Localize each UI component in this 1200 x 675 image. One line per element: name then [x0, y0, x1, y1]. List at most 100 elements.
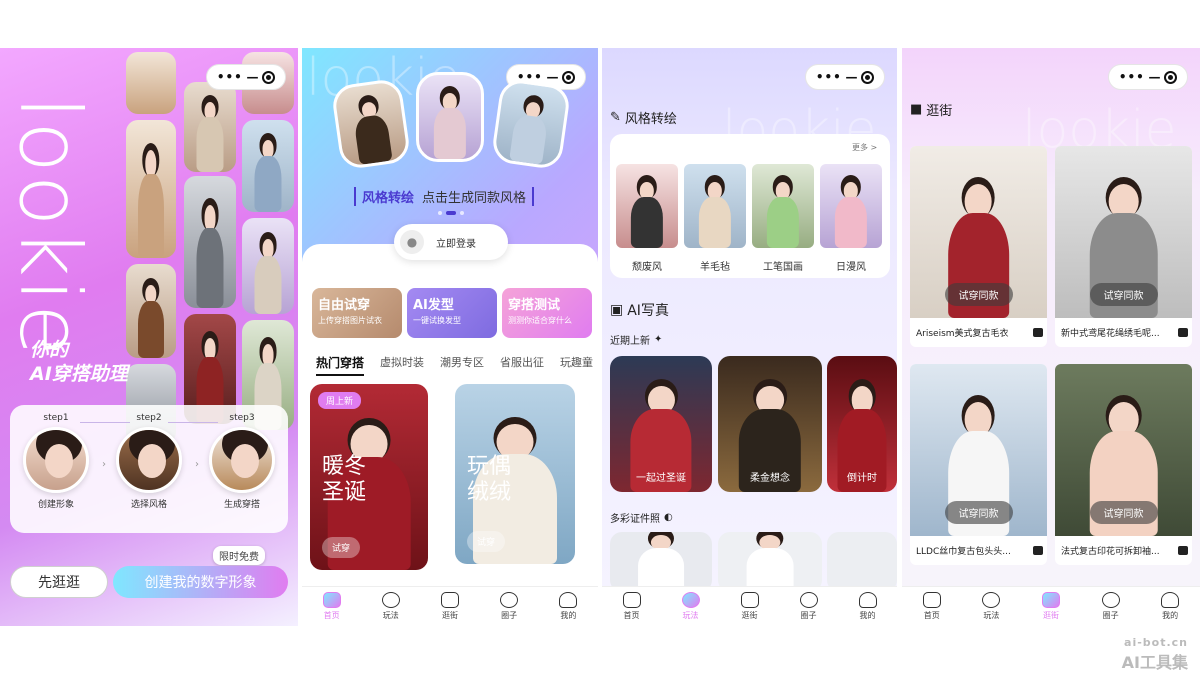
tab-play[interactable]: 玩法 — [371, 592, 411, 621]
miniapp-capsule[interactable]: ••• — — [805, 64, 885, 90]
tab-me[interactable]: 我的 — [548, 592, 588, 621]
close-target-icon[interactable] — [262, 70, 276, 84]
try-same-button[interactable]: 试穿同款 — [1089, 283, 1158, 306]
stroll-button[interactable]: 先逛逛 — [10, 566, 108, 598]
tab-home[interactable]: 首页 — [312, 592, 352, 621]
product-card[interactable]: 试穿同款 法式复古印花可拆卸袖... — [1055, 364, 1192, 565]
bag-icon[interactable] — [1178, 546, 1188, 555]
id-photo-heading: 多彩证件照 ◐ — [610, 510, 673, 525]
try-same-button[interactable]: 试穿同款 — [944, 501, 1013, 524]
bag-icon[interactable] — [1033, 328, 1043, 337]
miniapp-capsule[interactable]: ••• — — [1108, 64, 1188, 90]
tab-shop[interactable]: 逛街 — [1031, 592, 1071, 621]
try-on-button[interactable]: 试穿 — [322, 537, 361, 558]
product-card[interactable]: 试穿同款 Ariseism美式复古毛衣 — [910, 146, 1047, 347]
close-target-icon[interactable] — [861, 70, 875, 84]
model-photo — [126, 264, 176, 358]
tab-play[interactable]: 玩法 — [971, 592, 1011, 621]
tab-home[interactable]: 首页 — [612, 592, 652, 621]
card-title-line: 绒绒 — [467, 480, 512, 505]
page-title: 逛街 — [926, 104, 953, 119]
more-icon[interactable]: ••• — [217, 70, 243, 84]
bag-icon — [440, 592, 459, 608]
watermark-url: ai-bot.cn — [1124, 636, 1188, 649]
photo-countdown[interactable]: 倒计时 — [827, 356, 897, 492]
tab-hot[interactable]: 热门穿搭 — [316, 354, 365, 376]
feature-title: 穿搭测试 — [508, 298, 561, 313]
step-number: step2 — [136, 413, 162, 423]
try-same-button[interactable]: 试穿同款 — [1089, 501, 1158, 524]
tab-virtual[interactable]: 虚拟时装 — [380, 354, 424, 376]
minimize-icon[interactable]: — — [247, 70, 259, 84]
id-photo[interactable] — [718, 532, 822, 592]
new-badge: 周上新 — [318, 392, 362, 409]
card-title-line: 玩偶 — [467, 454, 512, 479]
minimize-icon[interactable]: — — [547, 70, 559, 84]
tab-circle[interactable]: 圈子 — [789, 592, 829, 621]
bag-icon[interactable] — [1033, 546, 1043, 555]
tab-me[interactable]: 我的 — [848, 592, 888, 621]
feature-subtitle: 一键试换发型 — [413, 316, 461, 325]
tab-men[interactable]: 潮男专区 — [440, 354, 484, 376]
try-same-button[interactable]: 试穿同款 — [944, 283, 1013, 306]
product-card[interactable]: 试穿同款 LLDC丝巾复古包头头... — [910, 364, 1047, 565]
outfit-card-winter[interactable]: 周上新 暖冬 圣诞 试穿 — [310, 384, 428, 570]
product-card[interactable]: 试穿同款 新中式鸢尾花绳绣毛呢... — [1055, 146, 1192, 347]
step-number: step1 — [43, 413, 69, 423]
step-label: 生成穿搭 — [223, 500, 260, 510]
step-generate-outfit[interactable]: step3 生成穿搭 — [202, 413, 282, 510]
tab-label: 玩法 — [682, 611, 699, 620]
style-sample[interactable] — [490, 77, 572, 171]
tab-shop[interactable]: 逛街 — [730, 592, 770, 621]
tab-shop[interactable]: 逛街 — [430, 592, 470, 621]
tab-province[interactable]: 省服出征 — [500, 354, 544, 376]
miniapp-capsule[interactable]: ••• — — [206, 64, 286, 90]
bag-icon[interactable] — [1178, 328, 1188, 337]
tab-label: 逛街 — [441, 611, 458, 620]
feature-ai-hairstyle[interactable]: AI发型 一键试换发型 — [407, 288, 497, 338]
photo-label: 一起过圣诞 — [636, 473, 686, 484]
section-title: AI写真 — [627, 303, 669, 319]
step-create-avatar[interactable]: step1 创建形象 — [16, 413, 96, 510]
style-sample[interactable] — [684, 164, 746, 248]
tab-play[interactable]: 玩法 — [671, 592, 711, 621]
style-transfer-banner[interactable]: 风格转绘 点击生成同款风格 — [354, 184, 540, 208]
style-sample[interactable] — [752, 164, 814, 248]
magic-wand-icon: ✎ — [610, 110, 621, 125]
tab-kids[interactable]: 玩趣童 — [560, 354, 593, 376]
feature-free-tryon[interactable]: 自由试穿 上传穿搭图片试衣 — [312, 288, 402, 338]
tab-home[interactable]: 首页 — [912, 592, 952, 621]
tab-circle[interactable]: 圈子 — [1091, 592, 1131, 621]
tab-circle[interactable]: 圈子 — [489, 592, 529, 621]
close-target-icon[interactable] — [562, 70, 576, 84]
outfit-card-plush[interactable]: 玩偶 绒绒 试穿 — [455, 384, 575, 564]
tab-me[interactable]: 我的 — [1150, 592, 1190, 621]
id-photo[interactable] — [827, 532, 897, 592]
camera-icon: ▣ — [610, 302, 624, 318]
create-avatar-button[interactable]: 创建我的数字形象 — [113, 566, 288, 598]
more-icon[interactable]: ••• — [816, 70, 842, 84]
shop-heading: ■ 逛街 — [910, 100, 952, 119]
style-sample[interactable] — [820, 164, 882, 248]
carousel-dots — [438, 211, 464, 215]
style-sample[interactable] — [616, 164, 678, 248]
feature-outfit-test[interactable]: 穿搭测试 测测你适合穿什么 — [502, 288, 592, 338]
step-choose-style[interactable]: step2 选择风格 — [109, 413, 189, 510]
minimize-icon[interactable]: — — [846, 70, 858, 84]
more-icon[interactable]: ••• — [1119, 70, 1145, 84]
photo-golden[interactable]: 柔金想念 — [718, 356, 822, 492]
tab-label: 我的 — [1162, 611, 1179, 620]
id-photo[interactable] — [610, 532, 712, 592]
style-sample[interactable] — [416, 72, 484, 162]
close-target-icon[interactable] — [1164, 70, 1178, 84]
minimize-icon[interactable]: — — [1149, 70, 1161, 84]
style-sample[interactable] — [330, 77, 412, 171]
try-on-button[interactable]: 试穿 — [467, 531, 506, 552]
more-link[interactable]: 更多 > — [852, 142, 877, 153]
photo-christmas[interactable]: 一起过圣诞 — [610, 356, 712, 492]
smile-icon — [799, 592, 818, 608]
model-photo — [126, 120, 176, 258]
home-icon — [922, 592, 941, 608]
login-button[interactable]: ● 立即登录 — [394, 224, 508, 260]
smile-icon — [500, 592, 519, 608]
